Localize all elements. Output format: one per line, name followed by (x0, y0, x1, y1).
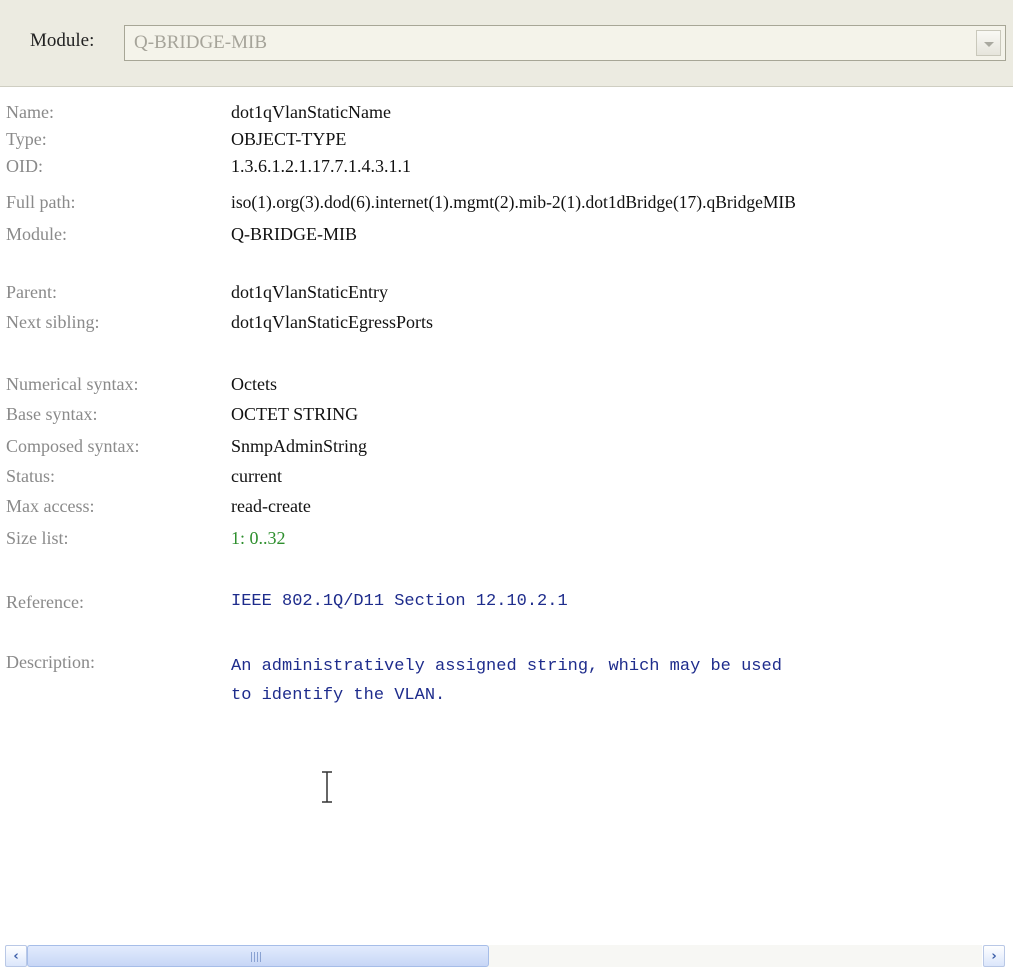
base-syntax-value: OCTET STRING (231, 404, 359, 424)
description-value: An administratively assigned string, whi… (231, 657, 782, 705)
scroll-right-button[interactable]: › (983, 945, 1005, 967)
full-path-label: Full path: (6, 192, 76, 212)
module-select-value: Q-BRIDGE-MIB (134, 32, 267, 53)
chevron-left-icon: ‹ (13, 948, 19, 964)
description-label: Description: (6, 652, 95, 672)
chevron-down-icon[interactable] (976, 30, 1001, 56)
horizontal-scrollbar[interactable]: ‹ › (0, 938, 1013, 970)
module-select[interactable]: Q-BRIDGE-MIB (124, 25, 1006, 61)
name-value: dot1qVlanStaticName (231, 102, 391, 122)
type-label: Type: (6, 129, 47, 149)
grip-icon (251, 952, 263, 962)
reference-label: Reference: (6, 592, 84, 612)
parent-label: Parent: (6, 282, 57, 302)
oid-label: OID: (6, 156, 43, 176)
scroll-thumb[interactable] (27, 945, 489, 967)
name-label: Name: (6, 102, 54, 122)
size-list-label: Size list: (6, 528, 69, 548)
reference-value: IEEE 802.1Q/D11 Section 12.10.2.1 (231, 592, 568, 611)
module-detail-label: Module: (6, 224, 67, 244)
size-list-value: 1: 0..32 (231, 528, 286, 548)
composed-syntax-label: Composed syntax: (6, 436, 140, 456)
status-label: Status: (6, 466, 56, 486)
scroll-left-button[interactable]: ‹ (5, 945, 27, 967)
module-toolbar: Module: Q-BRIDGE-MIB (0, 0, 1013, 87)
status-value: current (231, 466, 282, 486)
module-label: Module: (30, 30, 95, 51)
full-path-value: iso(1).org(3).dod(6).internet(1).mgmt(2)… (231, 192, 796, 212)
max-access-value: read-create (231, 496, 311, 516)
parent-value: dot1qVlanStaticEntry (231, 282, 388, 302)
scroll-track[interactable] (27, 945, 982, 967)
next-sibling-value: dot1qVlanStaticEgressPorts (231, 312, 433, 332)
max-access-label: Max access: (6, 496, 95, 516)
numerical-syntax-label: Numerical syntax: (6, 374, 139, 394)
numerical-syntax-value: Octets (231, 374, 277, 394)
chevron-right-icon: › (991, 948, 997, 964)
type-value: OBJECT-TYPE (231, 129, 347, 149)
module-detail-value: Q-BRIDGE-MIB (231, 224, 357, 244)
oid-value: 1.3.6.1.2.1.17.7.1.4.3.1.1 (231, 156, 411, 176)
text-cursor-icon (322, 771, 332, 803)
next-sibling-label: Next sibling: (6, 312, 100, 332)
base-syntax-label: Base syntax: (6, 404, 98, 424)
composed-syntax-value: SnmpAdminString (231, 436, 368, 456)
